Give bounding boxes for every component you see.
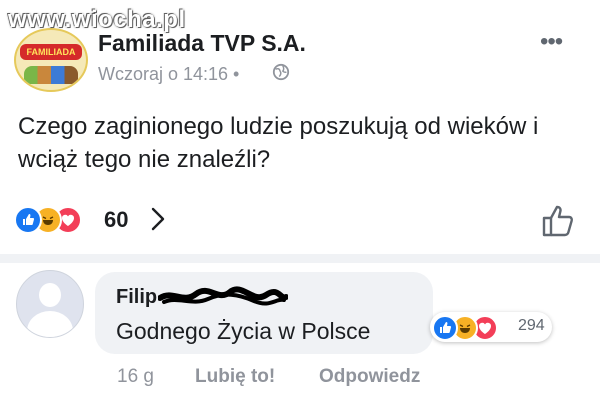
page-avatar[interactable]: FAMILIADA bbox=[14, 28, 88, 92]
like-button-icon[interactable] bbox=[540, 203, 576, 239]
comment-reaction-count: 294 bbox=[518, 317, 545, 334]
watermark: www.wiocha.pl bbox=[8, 6, 186, 33]
comment-age: 16 g bbox=[117, 366, 154, 387]
like-reaction-icon bbox=[14, 206, 42, 234]
comment-reply-button[interactable]: Odpowiedz bbox=[319, 366, 420, 388]
comment-text: Godnego Życia w Polsce bbox=[116, 318, 371, 344]
post-timestamp[interactable]: Wczoraj o 14:16 • bbox=[98, 64, 239, 85]
more-options-icon[interactable]: ••• bbox=[540, 28, 563, 56]
globe-icon bbox=[272, 63, 290, 81]
section-divider bbox=[0, 254, 600, 263]
avatar-body-silhouette bbox=[27, 311, 73, 337]
avatar-people-graphic bbox=[24, 66, 78, 84]
post-text: Czego zaginionego ludzie poszukują od wi… bbox=[18, 113, 539, 173]
like-reaction-icon bbox=[432, 315, 458, 341]
comment-like-button[interactable]: Lubię to! bbox=[195, 366, 275, 388]
commenter-name[interactable]: Filip bbox=[116, 286, 157, 309]
post-reactions[interactable] bbox=[14, 206, 104, 234]
reaction-count[interactable]: 60 bbox=[104, 207, 128, 233]
commenter-avatar[interactable] bbox=[16, 270, 84, 338]
avatar-head-silhouette bbox=[39, 283, 61, 307]
page-name[interactable]: Familiada TVP S.A. bbox=[98, 30, 306, 57]
comment-reactions[interactable]: 294 bbox=[430, 312, 552, 342]
redacted-name-scribble bbox=[158, 286, 288, 306]
avatar-logo-text: FAMILIADA bbox=[20, 44, 82, 60]
chevron-right-icon[interactable] bbox=[150, 206, 166, 232]
